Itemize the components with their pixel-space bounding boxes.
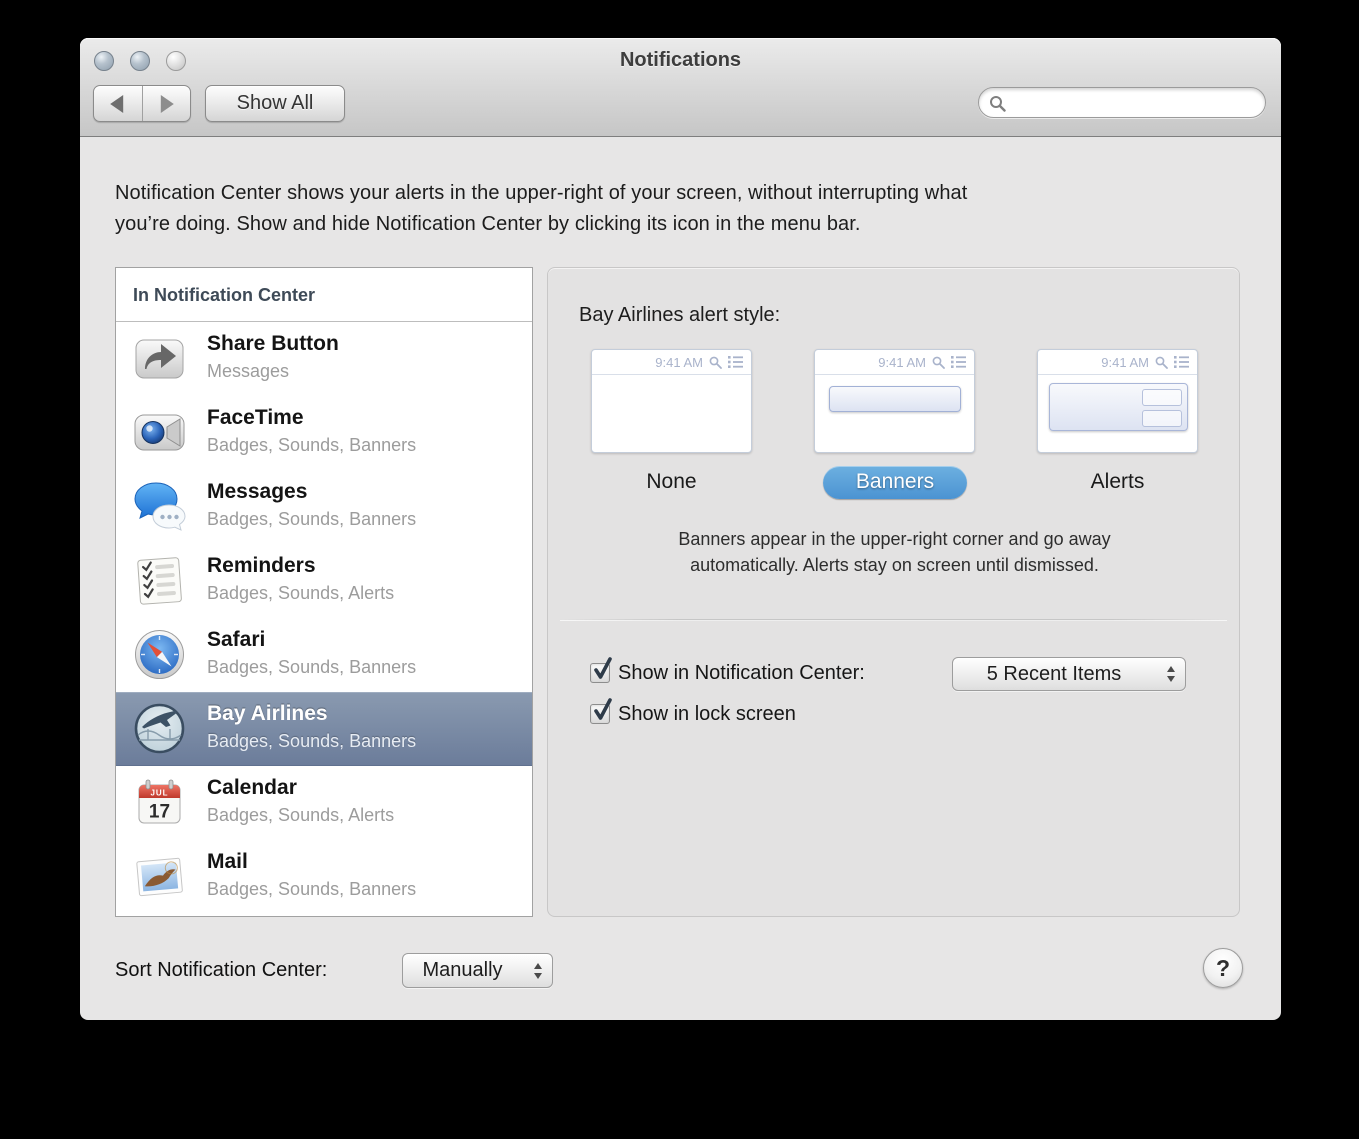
svg-text:JUL: JUL [150, 789, 168, 798]
intro-line-1: Notification Center shows your alerts in… [115, 178, 1255, 209]
recent-items-value: 5 Recent Items [953, 658, 1155, 690]
messages-icon [132, 479, 187, 534]
spotlight-icon [709, 356, 722, 369]
bay-airlines-icon [132, 701, 187, 756]
sidebar-item-facetime[interactable]: FaceTime Badges, Sounds, Banners [116, 396, 532, 470]
window-header: Notifications Show All [80, 38, 1281, 137]
forward-arrow-icon [161, 95, 174, 113]
alert-sample-button [1142, 410, 1182, 427]
show-in-notification-center-checkbox[interactable] [590, 663, 610, 683]
sidebar-item-messages[interactable]: Messages Badges, Sounds, Banners [116, 470, 532, 544]
preview-time: 9:41 AM [655, 355, 703, 370]
svg-text:17: 17 [149, 802, 170, 823]
notification-center-icon [1174, 356, 1189, 368]
sidebar-item-calendar[interactable]: JUL 17 Calendar Badges, Sounds, Alerts [116, 766, 532, 840]
panel-divider [560, 619, 1227, 621]
mail-icon [132, 849, 187, 904]
alert-sample [1049, 383, 1188, 431]
desktop: Notifications Show All Notificatio [0, 0, 1359, 1139]
notifications-preferences-window: Notifications Show All Notificatio [80, 38, 1281, 1020]
alert-style-option-none[interactable]: None [591, 470, 752, 494]
preview-time: 9:41 AM [878, 355, 926, 370]
sort-value: Manually [403, 954, 522, 987]
sidebar-item-mail[interactable]: Mail Badges, Sounds, Banners [116, 840, 532, 914]
facetime-icon [132, 405, 187, 460]
alert-sample-button [1142, 389, 1182, 406]
alert-style-banners-preview[interactable]: 9:41 AM [814, 349, 975, 453]
forward-button[interactable] [142, 86, 191, 121]
sort-notification-center-label: Sort Notification Center: [115, 959, 327, 982]
intro-text: Notification Center shows your alerts in… [115, 178, 1255, 240]
sidebar-item-safari[interactable]: Safari Badges, Sounds, Banners [116, 618, 532, 692]
alert-style-option-alerts[interactable]: Alerts [1037, 470, 1198, 494]
preview-menubar: 9:41 AM [592, 350, 751, 375]
stepper-arrows-icon [534, 963, 543, 979]
notification-center-icon [728, 356, 743, 368]
spotlight-icon [1155, 356, 1168, 369]
checkmark-icon [591, 656, 615, 684]
back-button[interactable] [94, 86, 142, 121]
help-button[interactable]: ? [1203, 948, 1243, 988]
alert-style-alerts-preview[interactable]: 9:41 AM [1037, 349, 1198, 453]
spotlight-icon [932, 356, 945, 369]
alert-style-description: Banners appear in the upper-right corner… [608, 526, 1181, 578]
safari-icon [132, 627, 187, 682]
banner-sample [829, 386, 961, 412]
preview-time: 9:41 AM [1101, 355, 1149, 370]
notification-center-icon [951, 356, 966, 368]
search-field[interactable] [978, 87, 1266, 118]
intro-line-2: you’re doing. Show and hide Notification… [115, 209, 1255, 240]
show-in-lock-screen-label[interactable]: Show in lock screen [618, 703, 796, 726]
sidebar-item-bay-airlines[interactable]: Bay Airlines Badges, Sounds, Banners [116, 692, 532, 766]
stepper-arrows-icon [1167, 666, 1176, 682]
show-all-button[interactable]: Show All [205, 85, 345, 122]
recent-items-popup[interactable]: 5 Recent Items [952, 657, 1186, 691]
alert-style-label: Bay Airlines alert style: [579, 304, 780, 327]
show-in-lock-screen-checkbox[interactable] [590, 704, 610, 724]
calendar-icon: JUL 17 [132, 775, 187, 830]
sidebar-item-share-button[interactable]: Share Button Messages [116, 322, 532, 396]
window-title: Notifications [80, 49, 1281, 72]
sort-popup[interactable]: Manually [402, 953, 553, 988]
preview-menubar: 9:41 AM [1038, 350, 1197, 375]
list-section-header: In Notification Center [116, 268, 532, 306]
reminders-icon [132, 553, 187, 608]
checkmark-icon [591, 697, 615, 725]
alert-style-panel: Bay Airlines alert style: 9:41 AM [547, 267, 1240, 917]
share-icon [132, 331, 187, 386]
back-forward-control [93, 85, 191, 122]
magnifier-icon [989, 95, 1006, 112]
preview-menubar: 9:41 AM [815, 350, 974, 375]
back-arrow-icon [110, 95, 123, 113]
sidebar-item-reminders[interactable]: Reminders Badges, Sounds, Alerts [116, 544, 532, 618]
search-input[interactable] [1011, 91, 1256, 115]
notification-center-list: In Notification Center Share Button Mess… [115, 267, 533, 917]
alert-style-option-banners[interactable]: Banners [823, 466, 967, 499]
alert-style-none-preview[interactable]: 9:41 AM [591, 349, 752, 453]
show-in-notification-center-label[interactable]: Show in Notification Center: [618, 662, 865, 685]
